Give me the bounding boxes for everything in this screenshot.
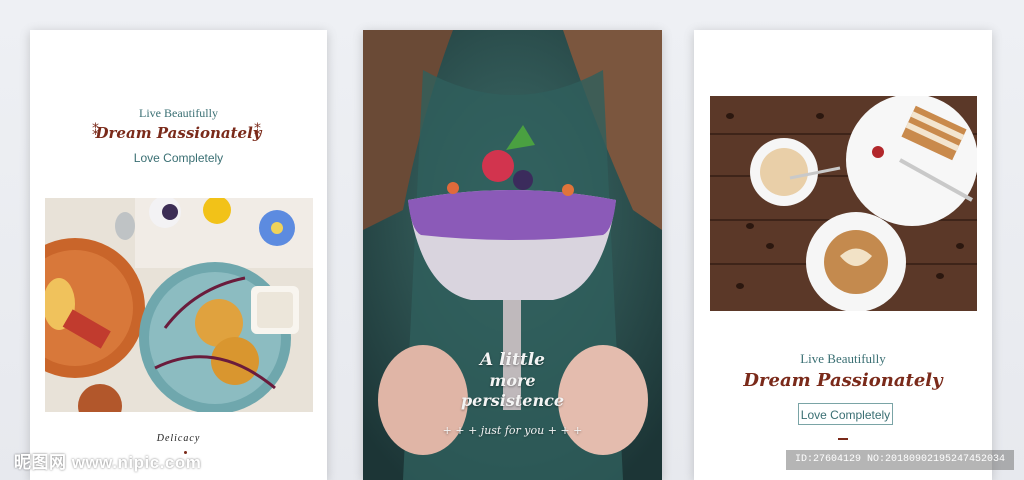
coffee-cake-photo <box>710 96 977 311</box>
sparkle-right-icon: ⁑ <box>254 122 261 138</box>
caption-delicacy: Delicacy <box>156 433 201 444</box>
tagline-dream: Dream Passionately <box>743 370 943 391</box>
divider-dash <box>838 438 848 440</box>
tagline-love-box: Love Completely <box>798 403 893 425</box>
slogan-line-1: A little <box>479 350 545 370</box>
tagline-live: Live Beautifully <box>800 351 886 366</box>
slogan-line-2: more <box>489 371 536 390</box>
poster-card-coffee: Live Beautifully Dream Passionately Love… <box>694 30 992 480</box>
slogan-line-3: persistence <box>460 391 564 410</box>
poster-card-delicacy: Live Beautifully ⁑ Dream Passionately ⁑ … <box>30 30 327 480</box>
tagline-love: Love Completely <box>133 151 224 165</box>
watermark-site: 昵图网 www.nipic.com <box>14 453 202 472</box>
slogan-subline: + + + just for you + + + <box>442 424 583 437</box>
poster-card-dessert: A little more persistence + + + just for… <box>363 30 662 480</box>
dessert-cup-photo <box>363 30 662 480</box>
tagline-dream: Dream Passionately <box>95 124 262 142</box>
tagline-live: Live Beautifully <box>139 106 218 120</box>
watermark-id: ID:27604129 NO:20180902195247452034 <box>786 450 1014 470</box>
food-plates-photo <box>45 198 313 412</box>
